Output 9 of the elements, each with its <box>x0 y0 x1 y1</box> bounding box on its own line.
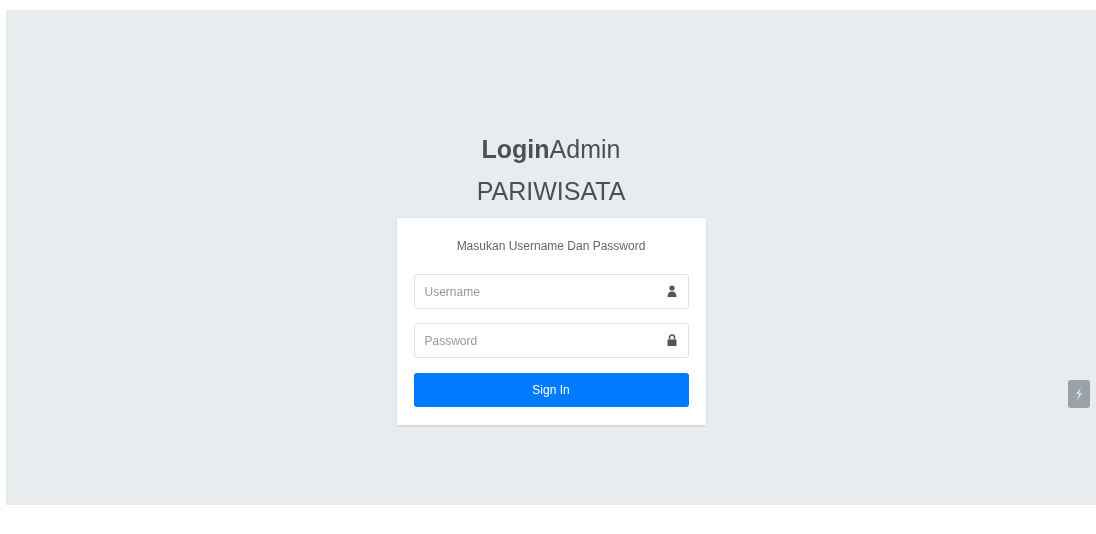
user-icon <box>666 285 677 297</box>
login-title: LoginAdmin <box>481 134 621 165</box>
sign-in-button[interactable]: Sign In <box>413 373 689 407</box>
password-field[interactable]: Password <box>413 323 689 358</box>
lock-icon <box>666 334 677 346</box>
app-name: PARIWISATA <box>476 176 626 207</box>
side-widget-icon[interactable] <box>1068 380 1090 408</box>
login-message: Masukan Username Dan Password <box>455 238 647 254</box>
username-field[interactable]: Username <box>413 274 689 309</box>
